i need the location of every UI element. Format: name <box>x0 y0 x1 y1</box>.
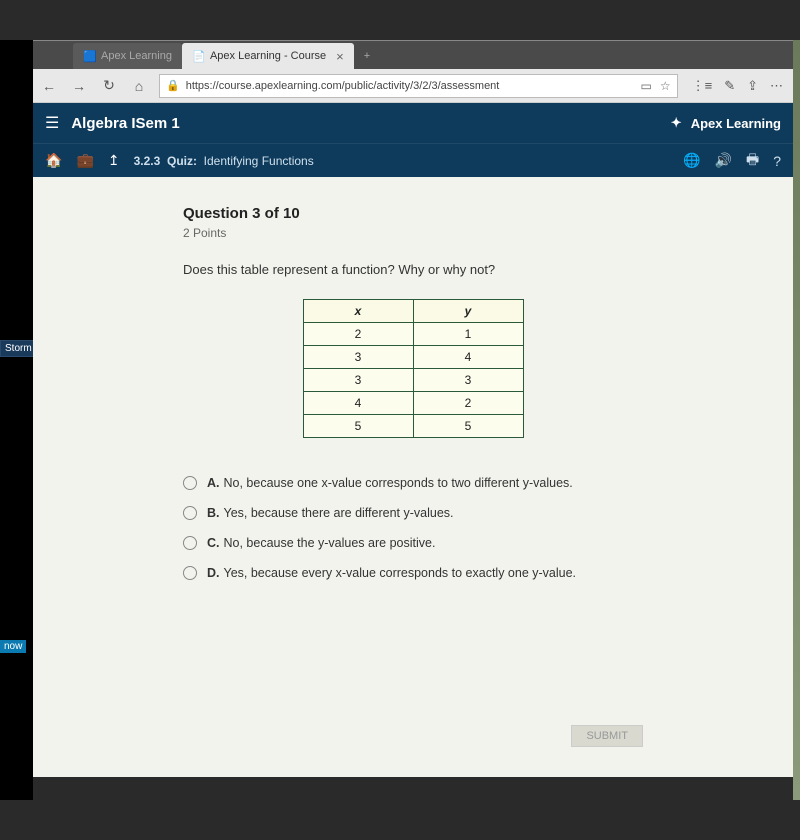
data-table: xy 2134334255 <box>303 299 524 438</box>
tab-inactive[interactable]: 🟦 Apex Learning <box>73 43 182 69</box>
choice-letter: B. <box>207 506 220 520</box>
answer-choice[interactable]: C. No, because the y-values are positive. <box>183 528 643 558</box>
brand-logo-icon: ✦ <box>671 115 687 131</box>
share-icon[interactable]: ⇪ <box>747 78 758 94</box>
table-header: x <box>303 300 413 323</box>
question-title: Question 3 of 10 <box>183 205 643 222</box>
table-cell: 3 <box>413 369 523 392</box>
choice-text: No, because the y-values are positive. <box>224 536 436 550</box>
tab-favicon-icon: 📄 <box>192 50 204 62</box>
table-row: 42 <box>303 392 523 415</box>
url-input[interactable]: 🔒 https://course.apexlearning.com/public… <box>159 74 678 98</box>
answer-choice[interactable]: A. No, because one x-value corresponds to… <box>183 468 643 498</box>
choice-letter: C. <box>207 536 220 550</box>
tab-active[interactable]: 📄 Apex Learning - Course × <box>182 43 354 69</box>
tab-close-icon[interactable]: × <box>336 49 344 64</box>
sidebar-now-badge: now <box>0 640 26 653</box>
tab-bar: 🟦 Apex Learning 📄 Apex Learning - Course… <box>33 41 793 69</box>
brand: ✦ Apex Learning <box>671 115 781 131</box>
tab-favicon-icon: 🟦 <box>83 50 95 62</box>
brand-text: Apex Learning <box>691 116 781 131</box>
audio-icon[interactable]: 🔊 <box>715 152 732 169</box>
radio-icon[interactable] <box>183 566 197 580</box>
new-tab-button[interactable]: + <box>354 43 380 69</box>
quiz-title: Identifying Functions <box>204 154 314 168</box>
print-icon[interactable]: 🖶 <box>746 149 759 173</box>
question-points: 2 Points <box>183 226 643 240</box>
lock-icon: 🔒 <box>166 79 180 92</box>
translate-icon[interactable]: 🌐 <box>683 152 700 169</box>
choice-text: Yes, because there are different y-value… <box>224 506 454 520</box>
star-icon[interactable]: ☆ <box>660 79 671 93</box>
notes-icon[interactable]: ✎ <box>724 78 735 94</box>
browser-controls: ⋮≡ ✎ ⇪ ⋯ <box>688 78 787 94</box>
quiz-label: Quiz: <box>167 154 197 168</box>
choice-text: No, because one x-value corresponds to t… <box>224 476 573 490</box>
choice-letter: A. <box>207 476 220 490</box>
table-row: 55 <box>303 415 523 438</box>
address-bar: ← → ↻ ⌂ 🔒 https://course.apexlearning.co… <box>33 69 793 103</box>
reader-icon[interactable]: ▭ <box>640 79 651 93</box>
answer-choice[interactable]: D. Yes, because every x-value corresponds… <box>183 558 643 588</box>
more-icon[interactable]: ⋯ <box>770 78 783 94</box>
radio-icon[interactable] <box>183 506 197 520</box>
choice-text: Yes, because every x-value corresponds t… <box>224 566 577 580</box>
help-icon[interactable]: ? <box>773 153 781 169</box>
nav-up-icon[interactable]: ↥ <box>108 152 120 169</box>
table-cell: 5 <box>413 415 523 438</box>
tab-active-label: Apex Learning - Course <box>210 50 326 62</box>
back-icon[interactable]: ← <box>39 78 59 94</box>
nav-briefcase-icon[interactable]: 💼 <box>76 152 93 169</box>
question-prompt: Does this table represent a function? Wh… <box>183 262 643 277</box>
question-content: Question 3 of 10 2 Points Does this tabl… <box>33 177 793 777</box>
submit-button[interactable]: SUBMIT <box>571 725 643 747</box>
table-cell: 5 <box>303 415 413 438</box>
refresh-icon[interactable]: ↻ <box>99 77 119 94</box>
breadcrumb-number: 3.2.3 <box>134 154 161 168</box>
home-icon[interactable]: ⌂ <box>129 78 149 94</box>
os-sidebar <box>0 40 33 800</box>
nav-home-icon[interactable]: 🏠 <box>45 152 62 169</box>
menu-icon[interactable]: ☰ <box>45 113 59 133</box>
desktop-edge <box>793 40 800 800</box>
table-cell: 3 <box>303 346 413 369</box>
table-row: 33 <box>303 369 523 392</box>
url-text: https://course.apexlearning.com/public/a… <box>186 80 500 92</box>
radio-icon[interactable] <box>183 536 197 550</box>
radio-icon[interactable] <box>183 476 197 490</box>
table-cell: 4 <box>413 346 523 369</box>
browser-window: 🟦 Apex Learning 📄 Apex Learning - Course… <box>33 40 793 777</box>
table-cell: 4 <box>303 392 413 415</box>
choice-letter: D. <box>207 566 220 580</box>
table-header: y <box>413 300 523 323</box>
favorites-icon[interactable]: ⋮≡ <box>692 78 713 94</box>
table-cell: 2 <box>413 392 523 415</box>
forward-icon[interactable]: → <box>69 78 89 94</box>
table-row: 34 <box>303 346 523 369</box>
sidebar-badge: Storm <box>0 340 37 357</box>
sub-header: 🏠 💼 ↥ 3.2.3 Quiz: Identifying Functions … <box>33 143 793 177</box>
course-title: Algebra ISem 1 <box>71 115 179 132</box>
answer-choice[interactable]: B. Yes, because there are different y-val… <box>183 498 643 528</box>
tab-inactive-label: Apex Learning <box>101 50 172 62</box>
app-header: ☰ Algebra ISem 1 ✦ Apex Learning <box>33 103 793 143</box>
answer-choices: A. No, because one x-value corresponds to… <box>183 468 643 588</box>
table-cell: 2 <box>303 323 413 346</box>
table-cell: 1 <box>413 323 523 346</box>
table-row: 21 <box>303 323 523 346</box>
table-cell: 3 <box>303 369 413 392</box>
